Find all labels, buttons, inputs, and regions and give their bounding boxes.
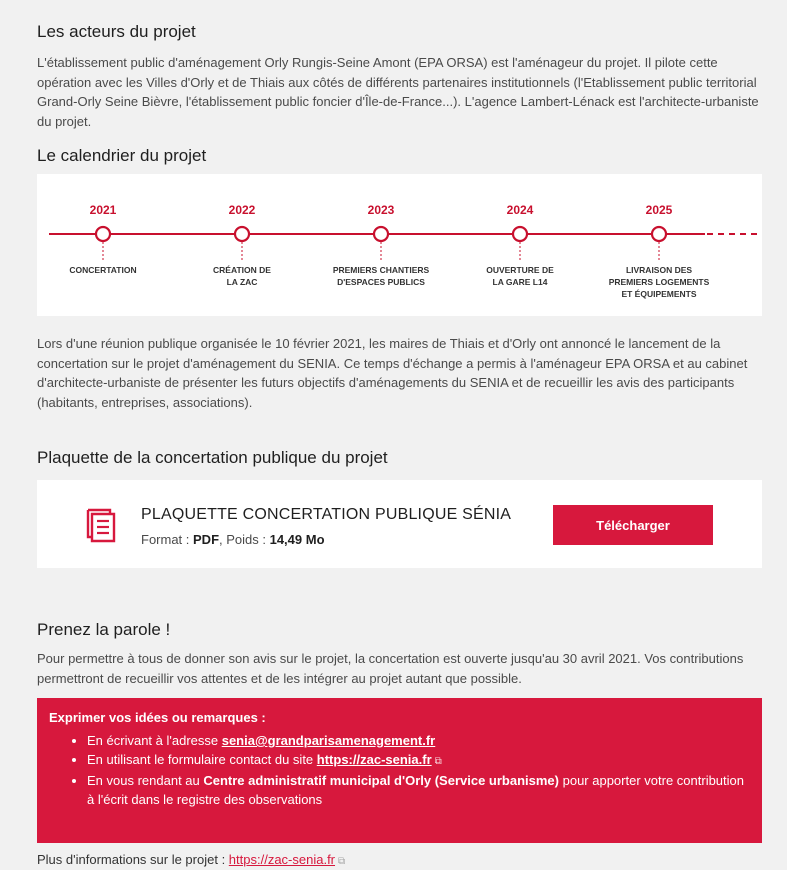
document-icon	[85, 507, 119, 550]
item-text: En utilisant le formulaire contact du si…	[87, 752, 317, 767]
contribute-box: Exprimer vos idées ou remarques : En écr…	[37, 698, 762, 843]
page: Les acteurs du projet L'établissement pu…	[0, 0, 787, 870]
brochure-meta: Format : PDF, Poids : 14,49 Mo	[141, 532, 325, 547]
timeline-node	[511, 225, 529, 243]
contribute-list: En écrivant à l'adresse senia@grandparis…	[49, 731, 750, 809]
timeline-year: 2024	[507, 203, 534, 217]
brochure-title: PLAQUETTE CONCERTATION PUBLIQUE SÉNIA	[141, 506, 512, 523]
timeline-label: OUVERTURE DE	[486, 265, 554, 275]
timeline-label: CRÉATION DE	[213, 265, 271, 275]
item-bold-text: Centre administratif municipal d'Orly (S…	[203, 773, 559, 788]
contribute-title: Exprimer vos idées ou remarques :	[49, 710, 266, 725]
list-item: En écrivant à l'adresse senia@grandparis…	[87, 731, 750, 750]
timeline-label: D'ESPACES PUBLICS	[337, 277, 425, 287]
timeline-label: LA GARE L14	[493, 277, 548, 287]
item-text: En écrivant à l'adresse	[87, 733, 222, 748]
timeline-label: CONCERTATION	[69, 265, 136, 275]
timeline-node	[94, 225, 112, 243]
timeline-year: 2023	[368, 203, 395, 217]
list-item: En utilisant le formulaire contact du si…	[87, 750, 750, 771]
format-label: Format :	[141, 532, 194, 547]
speak-heading: Prenez la parole !	[37, 620, 171, 639]
timeline-graphic: 2021 CONCERTATION 2022 CRÉATION DE LA ZAC 202…	[49, 203, 757, 299]
external-link-icon: ⧉	[338, 856, 346, 867]
footer-label: Plus d'informations sur le projet :	[37, 852, 229, 867]
footer-info: Plus d'informations sur le projet : http…	[37, 852, 345, 867]
brochure-heading: Plaquette de la concertation publique du…	[37, 448, 388, 467]
timeline-label: PREMIERS CHANTIERS	[333, 265, 430, 275]
size-value: 14,49 Mo	[269, 532, 325, 547]
timeline-year: 2025	[646, 203, 673, 217]
list-item: En vous rendant au Centre administratif …	[87, 771, 750, 809]
timeline-label: PREMIERS LOGEMENTS	[609, 277, 710, 287]
site-link[interactable]: https://zac-senia.fr	[317, 752, 432, 767]
external-link-icon: ⧉	[434, 756, 442, 767]
format-value: PDF	[193, 532, 220, 547]
timeline: 2021 CONCERTATION 2022 CRÉATION DE LA ZAC 202…	[37, 174, 762, 316]
timeline-year: 2021	[90, 203, 117, 217]
timeline-node	[650, 225, 668, 243]
item-text: En vous rendant au	[87, 773, 204, 788]
timeline-label: LIVRAISON DES	[626, 265, 692, 275]
timeline-node	[372, 225, 390, 243]
actors-text: L'établissement public d'aménagement Orl…	[37, 55, 759, 129]
download-button[interactable]: Télécharger	[553, 505, 713, 545]
timeline-label: ET ÉQUIPEMENTS	[621, 289, 696, 299]
timeline-year: 2022	[229, 203, 256, 217]
meeting-text: Lors d'une réunion publique organisée le…	[37, 336, 748, 410]
calendar-heading: Le calendrier du projet	[37, 146, 207, 165]
brochure-card: PLAQUETTE CONCERTATION PUBLIQUE SÉNIA Fo…	[37, 480, 762, 568]
email-link[interactable]: senia@grandparisamenagement.fr	[222, 733, 436, 748]
size-label: , Poids :	[219, 532, 270, 547]
speak-text: Pour permettre à tous de donner son avis…	[37, 651, 744, 686]
timeline-node	[233, 225, 251, 243]
footer-link[interactable]: https://zac-senia.fr	[229, 852, 335, 867]
actors-heading: Les acteurs du projet	[37, 22, 196, 41]
timeline-label: LA ZAC	[227, 277, 258, 287]
